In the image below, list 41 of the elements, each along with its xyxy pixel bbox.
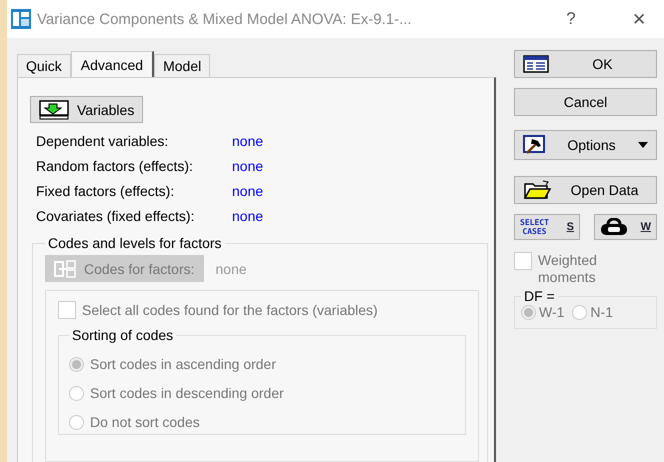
assignment-value: none (232, 158, 264, 174)
radio-label: Sort codes in descending order (90, 385, 284, 401)
tab[interactable]: Model (154, 54, 210, 77)
dropdown-arrow-icon (638, 142, 648, 148)
assignment-label: Fixed factors (effects): (36, 183, 176, 199)
open-data-button[interactable]: Open Data (514, 176, 657, 204)
window-title: Variance Components & Mixed Model ANOVA: Ex-9.1-... (37, 10, 413, 28)
assignment-label: Random factors (effects): (36, 158, 194, 174)
select-cases-button[interactable]: SELECT CASES S (514, 214, 580, 240)
variables-icon (39, 100, 69, 120)
variables-button[interactable]: Variables (30, 96, 144, 123)
assignment-label: Covariates (fixed effects): (36, 208, 196, 224)
weight-icon (600, 218, 628, 236)
help-button[interactable]: ? (546, 8, 596, 30)
assignment-value: none (232, 183, 264, 199)
hammer-icon (523, 135, 545, 155)
close-button[interactable]: ✕ (614, 8, 664, 30)
checkbox-label: Select all codes found for the factors (variables) (82, 302, 378, 318)
tab[interactable]: Advanced (70, 51, 154, 77)
radio-label: Sort codes in ascending order (90, 356, 276, 372)
codes-icon (54, 260, 76, 278)
spreadsheet-icon (523, 55, 549, 73)
folder-icon (523, 180, 553, 200)
cancel-button[interactable]: Cancel (514, 88, 657, 116)
weight-button[interactable]: W (594, 214, 657, 240)
group-title: DF = (523, 288, 556, 304)
checkbox-label: Weighted moments (538, 252, 598, 286)
assignment-value: none (232, 208, 264, 224)
select-cases-icon: SELECT CASES (520, 218, 549, 236)
radio-label: Do not sort codes (90, 414, 200, 430)
radio-label: W-1 (539, 304, 564, 320)
assignment-value: none (232, 133, 264, 149)
ok-button[interactable]: OK (514, 50, 657, 78)
radio-label: N-1 (590, 304, 613, 320)
app-icon (10, 8, 32, 30)
group-title: Codes and levels for factors (47, 235, 223, 251)
assignment-label: Dependent variables: (36, 133, 170, 149)
options-button[interactable]: Options (514, 130, 657, 160)
codes-value: none (216, 260, 247, 276)
tab[interactable]: Quick (17, 54, 71, 77)
group-title: Sorting of codes (71, 327, 174, 343)
